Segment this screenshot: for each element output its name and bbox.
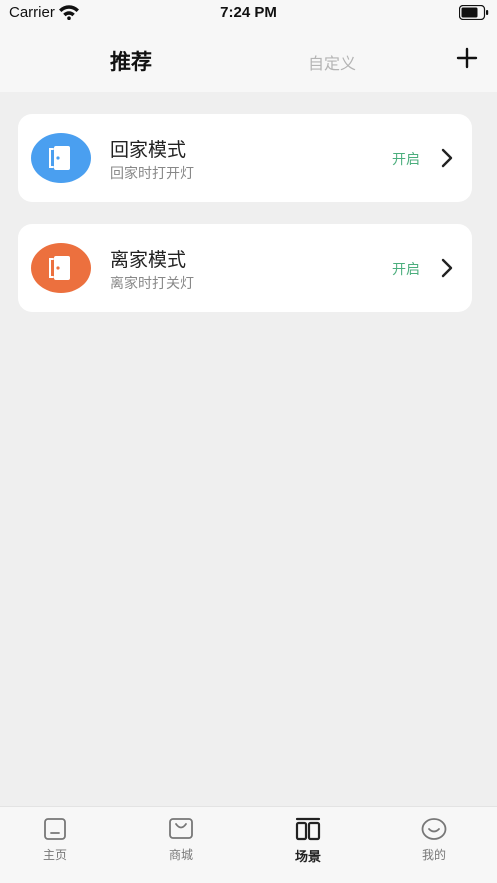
- tab-label: 场景: [294, 850, 321, 865]
- scene-subtitle: 离家时打关灯: [110, 276, 194, 292]
- scene-card-away[interactable]: 离家模式 离家时打关灯 开启: [18, 224, 472, 312]
- scene-title: 回家模式: [110, 139, 187, 161]
- tab-shop[interactable]: 商城: [141, 817, 221, 863]
- scene-icon: [295, 817, 321, 841]
- shop-bag-icon: [169, 818, 193, 839]
- tab-custom[interactable]: 自定义: [308, 50, 356, 74]
- tab-me[interactable]: 我的: [394, 817, 474, 863]
- tab-label: 主页: [42, 848, 67, 862]
- tab-scene[interactable]: 场景: [268, 817, 348, 865]
- chevron-right-icon[interactable]: [440, 258, 454, 278]
- status-time: 7:24 PM: [220, 4, 277, 21]
- scene-title: 离家模式: [110, 249, 187, 271]
- chevron-right-icon[interactable]: [440, 148, 454, 168]
- scene-state[interactable]: 开启: [392, 149, 420, 169]
- scene-card-home[interactable]: 回家模式 回家时打开灯 开启: [18, 114, 472, 202]
- tab-label: 我的: [421, 848, 446, 862]
- scene-subtitle: 回家时打开灯: [110, 166, 194, 182]
- home-icon: [44, 818, 66, 840]
- tab-recommend[interactable]: 推荐: [110, 46, 152, 76]
- add-icon[interactable]: [455, 46, 479, 70]
- top-nav: 推荐 自定义: [0, 26, 497, 92]
- smile-icon: [421, 818, 447, 840]
- battery-icon: [459, 5, 489, 20]
- tab-home[interactable]: 主页: [15, 817, 95, 863]
- scene-icon-badge: [31, 243, 91, 293]
- tab-label: 商城: [168, 848, 193, 862]
- scene-icon-badge: [31, 133, 91, 183]
- door-icon: [49, 146, 70, 170]
- door-icon: [49, 256, 70, 280]
- status-bar: Carrier 7:24 PM: [0, 0, 497, 26]
- scene-state[interactable]: 开启: [392, 259, 420, 279]
- bottom-tab-bar: 主页 商城 场景 我的: [0, 806, 497, 883]
